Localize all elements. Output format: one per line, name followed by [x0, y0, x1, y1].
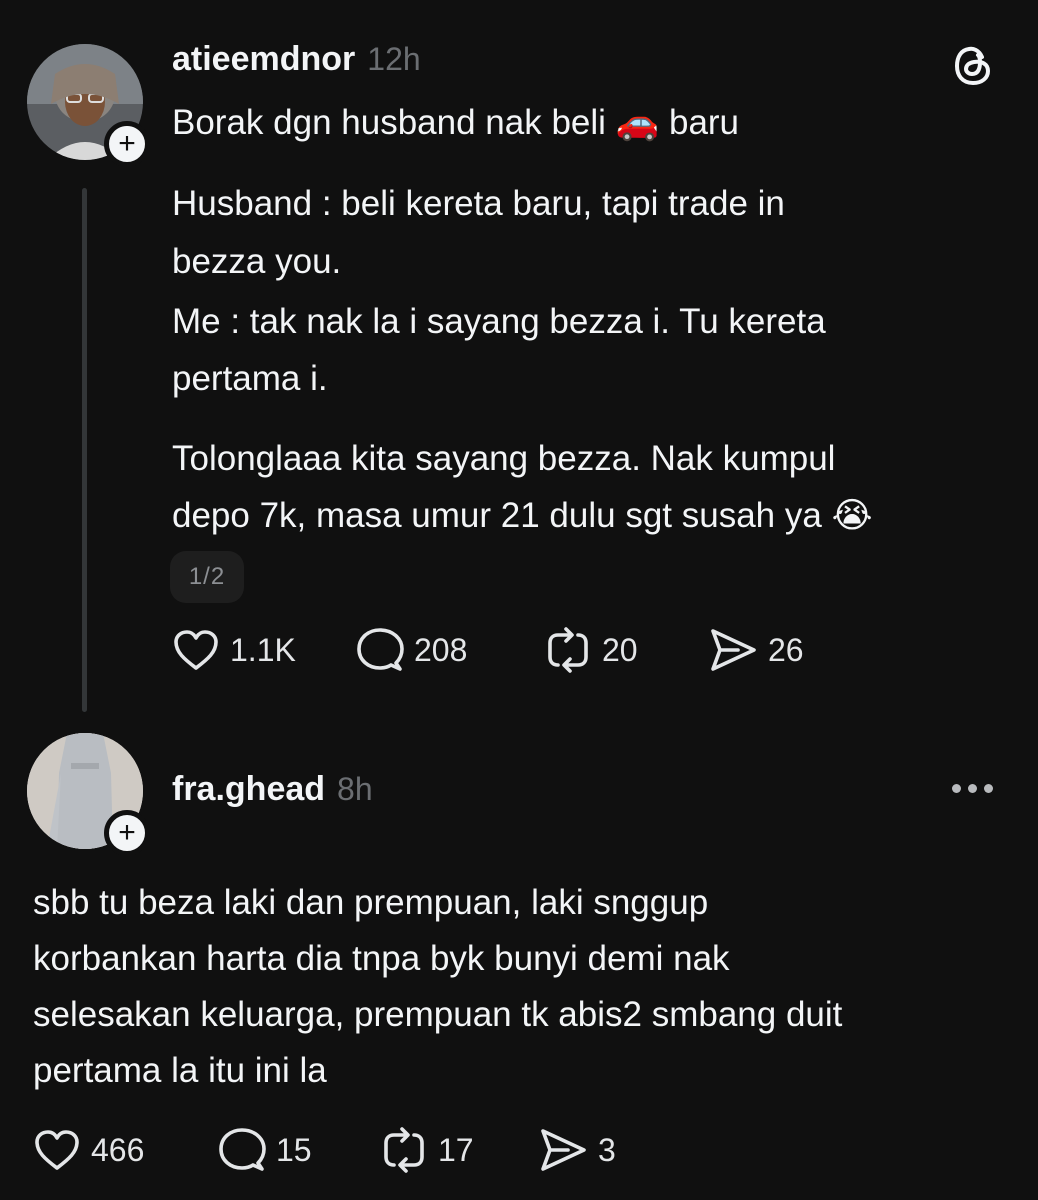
reply-repost-count: 17	[438, 1131, 474, 1168]
post-repost-button[interactable]: 20	[544, 625, 638, 675]
post-comment-count: 208	[414, 631, 468, 668]
repost-icon	[384, 1127, 424, 1173]
post-like-count: 1.1K	[230, 631, 296, 668]
heart-icon	[35, 1130, 79, 1170]
post-repost-count: 20	[602, 631, 638, 668]
post-text-1: Borak dgn husband nak beli	[172, 103, 616, 142]
post-comment-button[interactable]: 208	[356, 625, 467, 675]
page-indicator[interactable]: 1/2	[170, 551, 244, 603]
send-icon	[541, 1129, 586, 1171]
thread-connector-line	[82, 188, 87, 712]
send-icon	[711, 629, 756, 671]
reply-comment-count: 15	[276, 1131, 312, 1168]
more-dots-icon[interactable]	[952, 784, 993, 793]
threads-logo-icon[interactable]	[952, 44, 994, 93]
heart-icon	[174, 630, 218, 670]
post-share-count: 26	[768, 631, 804, 668]
post-username[interactable]: atieemdnor	[172, 40, 355, 79]
post-share-button[interactable]: 26	[708, 625, 804, 675]
post-text-line-7: depo 7k, masa umur 21 dulu sgt susah ya …	[172, 487, 872, 545]
post-header: atieemdnor 12h	[172, 40, 421, 79]
reply-share-count: 3	[598, 1131, 616, 1168]
reply-share-button[interactable]: 3	[538, 1125, 616, 1175]
follow-plus-icon[interactable]: +	[104, 810, 150, 856]
reply-like-button[interactable]: 466	[33, 1125, 144, 1175]
reply-comment-button[interactable]: 15	[218, 1125, 312, 1175]
follow-plus-icon[interactable]: +	[104, 121, 150, 167]
reply-like-count: 466	[91, 1131, 145, 1168]
reply-timestamp: 8h	[337, 771, 373, 807]
post-text-7: depo 7k, masa umur 21 dulu sgt susah ya	[172, 496, 832, 535]
reply-repost-button[interactable]: 17	[380, 1125, 474, 1175]
reply-text-line-2: korbankan harta dia tnpa byk bunyi demi …	[33, 939, 730, 978]
post-text-line-1: Borak dgn husband nak beli 🚗 baru	[172, 94, 739, 152]
post-text-line-4: Me : tak nak la i sayang bezza i. Tu ker…	[172, 302, 826, 341]
reply-header: fra.ghead 8h	[172, 770, 373, 809]
post-text-line-2: Husband : beli kereta baru, tapi trade i…	[172, 184, 785, 223]
post-like-button[interactable]: 1.1K	[172, 625, 296, 675]
post-text-1b: baru	[659, 103, 740, 142]
reply-username[interactable]: fra.ghead	[172, 770, 325, 809]
crying-emoji: 😭	[831, 496, 873, 535]
post-text-line-3: bezza you.	[172, 242, 342, 281]
reply-text-line-1: sbb tu beza laki dan prempuan, laki sngg…	[33, 883, 709, 922]
comment-bubble-icon	[219, 1128, 266, 1171]
comment-bubble-icon	[357, 628, 404, 671]
post-text-line-6: Tolonglaaa kita sayang bezza. Nak kumpul	[172, 439, 836, 478]
reply-text-line-3: selesakan keluarga, prempuan tk abis2 sm…	[33, 995, 843, 1034]
post-timestamp: 12h	[367, 41, 421, 77]
repost-icon	[548, 627, 588, 673]
reply-text-line-4: pertama la itu ini la	[33, 1051, 327, 1090]
post-text-line-5: pertama i.	[172, 359, 328, 398]
car-emoji: 🚗	[615, 103, 660, 142]
